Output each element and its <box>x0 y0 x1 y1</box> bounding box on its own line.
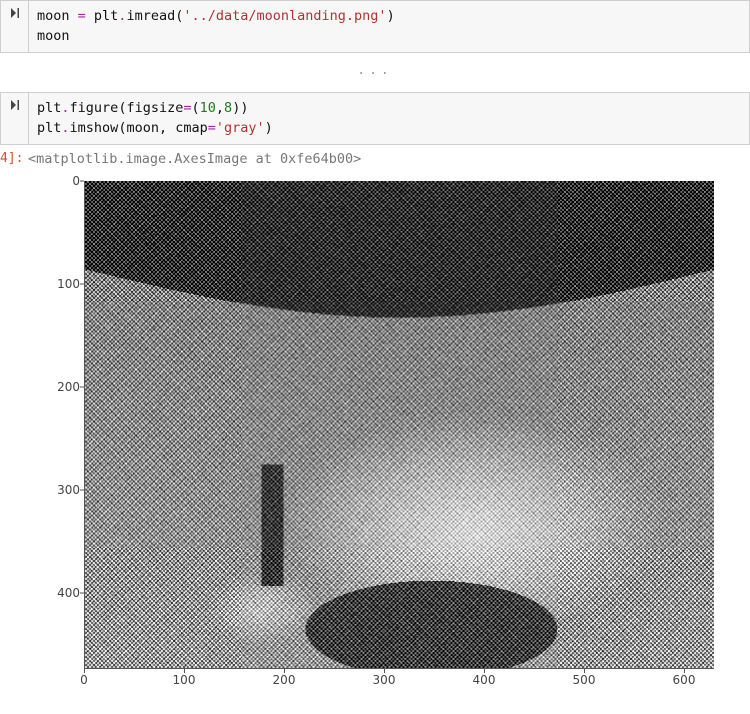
collapsed-output-ellipsis[interactable]: ... <box>0 55 750 92</box>
code-area-1[interactable]: moon = plt.imread('../data/moonlanding.p… <box>29 1 749 52</box>
y-tick-mark <box>80 593 84 594</box>
tok: moon <box>37 8 78 24</box>
x-tick-label: 400 <box>473 673 496 687</box>
y-tick-label: 200 <box>50 380 80 394</box>
output-prompt: 4]: <box>0 151 28 167</box>
y-tick-mark <box>80 284 84 285</box>
tok: figure <box>70 100 119 116</box>
code-cell-1[interactable]: moon = plt.imread('../data/moonlanding.p… <box>0 0 750 53</box>
output-repr: <matplotlib.image.AxesImage at 0xfe64b00… <box>28 151 361 167</box>
x-tick-mark <box>684 669 685 673</box>
y-tick-label: 100 <box>50 277 80 291</box>
tok: moon <box>37 28 70 44</box>
tok: imshow <box>70 120 119 136</box>
tok: ) <box>387 8 395 24</box>
x-tick-mark <box>484 669 485 673</box>
run-next-icon <box>10 7 20 19</box>
y-tick-mark <box>80 387 84 388</box>
tok: '../data/moonlanding.png' <box>183 8 386 24</box>
plot-image <box>85 181 714 668</box>
tok: 8 <box>224 100 232 116</box>
x-tick-label: 100 <box>173 673 196 687</box>
x-tick-label: 0 <box>80 673 88 687</box>
code-cell-2[interactable]: plt.figure(figsize=(10,8)) plt.imshow(mo… <box>0 92 750 145</box>
tok: , <box>159 120 175 136</box>
tok: = <box>78 8 86 24</box>
tok: = <box>208 120 216 136</box>
x-tick-mark <box>184 669 185 673</box>
tok: = <box>183 100 191 116</box>
run-next-icon <box>10 99 20 111</box>
y-tick-mark <box>80 490 84 491</box>
x-tick-mark <box>584 669 585 673</box>
tok: , <box>216 100 224 116</box>
x-tick-label: 300 <box>373 673 396 687</box>
output-row: 4]: <matplotlib.image.AxesImage at 0xfe6… <box>0 147 750 173</box>
y-tick-label: 0 <box>50 174 80 188</box>
y-tick-mark <box>80 181 84 182</box>
x-tick-label: 600 <box>673 673 696 687</box>
code-area-2[interactable]: plt.figure(figsize=(10,8)) plt.imshow(mo… <box>29 93 749 144</box>
y-tick-label: 300 <box>50 483 80 497</box>
tok: moon <box>126 120 159 136</box>
tok: . <box>61 100 69 116</box>
tok: plt <box>37 100 61 116</box>
x-tick-label: 200 <box>273 673 296 687</box>
y-tick-label: 400 <box>50 586 80 600</box>
x-tick-mark <box>84 669 85 673</box>
tok: . <box>61 120 69 136</box>
tok: 10 <box>200 100 216 116</box>
tok: figsize <box>126 100 183 116</box>
tok: cmap <box>175 120 208 136</box>
x-tick-mark <box>284 669 285 673</box>
tok: imread <box>126 8 175 24</box>
tok: 'gray' <box>216 120 265 136</box>
tok: ) <box>240 100 248 116</box>
tok: ( <box>192 100 200 116</box>
x-tick-mark <box>384 669 385 673</box>
tok: ) <box>265 120 273 136</box>
tok: plt <box>37 120 61 136</box>
x-tick-label: 500 <box>573 673 596 687</box>
run-button-1[interactable] <box>1 1 29 52</box>
plot-axes <box>84 181 714 669</box>
plot-output: 0 100 200 300 400 0 100 200 300 400 500 600 <box>50 177 730 707</box>
tok: plt <box>86 8 119 24</box>
run-button-2[interactable] <box>1 93 29 144</box>
